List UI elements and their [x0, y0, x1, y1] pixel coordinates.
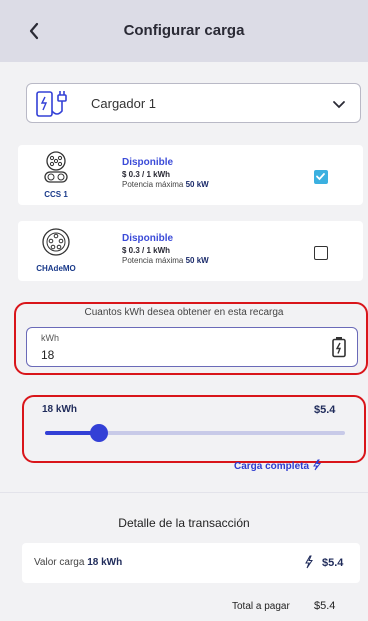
- connector-checkbox-chademo[interactable]: [314, 246, 328, 260]
- connector-status: Disponible: [122, 157, 174, 168]
- chademo-connector: CHAdeMO: [34, 227, 78, 275]
- page-title: Configurar carga: [123, 22, 245, 39]
- power-label: Potencia máxima: [122, 180, 184, 189]
- section-divider: [0, 492, 368, 493]
- detail-row-kwh: 18 kWh: [87, 557, 123, 568]
- detail-title: Detalle de la transacción: [118, 516, 250, 530]
- battery-charge-icon: [332, 337, 346, 358]
- full-charge-link[interactable]: Carga completa: [234, 459, 322, 472]
- connector-price: $ 0.3 / 1 kWh: [122, 170, 171, 179]
- ccs1-connector: CCS 1: [34, 151, 78, 199]
- slider-kwh-label: 18 kWh: [42, 404, 78, 415]
- charger-select[interactable]: Cargador 1: [26, 83, 361, 123]
- detail-row-text: Valor carga: [34, 557, 85, 568]
- slider-thumb[interactable]: [90, 424, 108, 442]
- connector-status: Disponible: [122, 233, 174, 244]
- charger-selected-label: Cargador 1: [91, 96, 157, 111]
- bolt-icon: [312, 459, 321, 471]
- power-value: 50 kW: [185, 180, 209, 189]
- charger-plug-icon: [36, 91, 67, 117]
- kwh-field-label: kWh: [41, 333, 59, 343]
- kwh-slider[interactable]: [45, 424, 345, 442]
- power-value: 50 kW: [185, 256, 209, 265]
- total-amount: $5.4: [314, 600, 336, 612]
- detail-row-label: Valor carga 18 kWh: [34, 557, 122, 568]
- slider-amount: $5.4: [314, 404, 336, 416]
- power-label: Potencia máxima: [122, 256, 184, 265]
- connector-card-chademo[interactable]: CHAdeMO Disponible $ 0.3 / 1 kWh Potenci…: [18, 221, 363, 281]
- connector-name: CCS 1: [44, 190, 68, 199]
- connector-checkbox-ccs1[interactable]: [314, 170, 328, 184]
- connector-name: CHAdeMO: [36, 264, 76, 273]
- connector-price: $ 0.3 / 1 kWh: [122, 246, 171, 255]
- chevron-down-icon: [333, 101, 345, 109]
- full-charge-label: Carga completa: [234, 461, 310, 472]
- detail-row: Valor carga 18 kWh $5.4: [22, 543, 360, 583]
- total-label: Total a pagar: [232, 601, 290, 612]
- detail-row-amount: $5.4: [322, 557, 344, 569]
- checkmark-icon: [316, 173, 325, 181]
- chademo-connector-icon: [42, 228, 70, 256]
- ccs1-connector-icon: [44, 151, 68, 183]
- connector-power: Potencia máxima 50 kW: [122, 256, 209, 265]
- kwh-input[interactable]: kWh 18: [26, 327, 358, 367]
- kwh-field-value: 18: [41, 348, 55, 362]
- connector-card-ccs1[interactable]: CCS 1 Disponible $ 0.3 / 1 kWh Potencia …: [18, 145, 363, 205]
- connector-power: Potencia máxima 50 kW: [122, 180, 209, 189]
- kwh-question: Cuantos kWh desea obtener en esta recarg…: [84, 307, 284, 318]
- bolt-icon: [305, 555, 313, 569]
